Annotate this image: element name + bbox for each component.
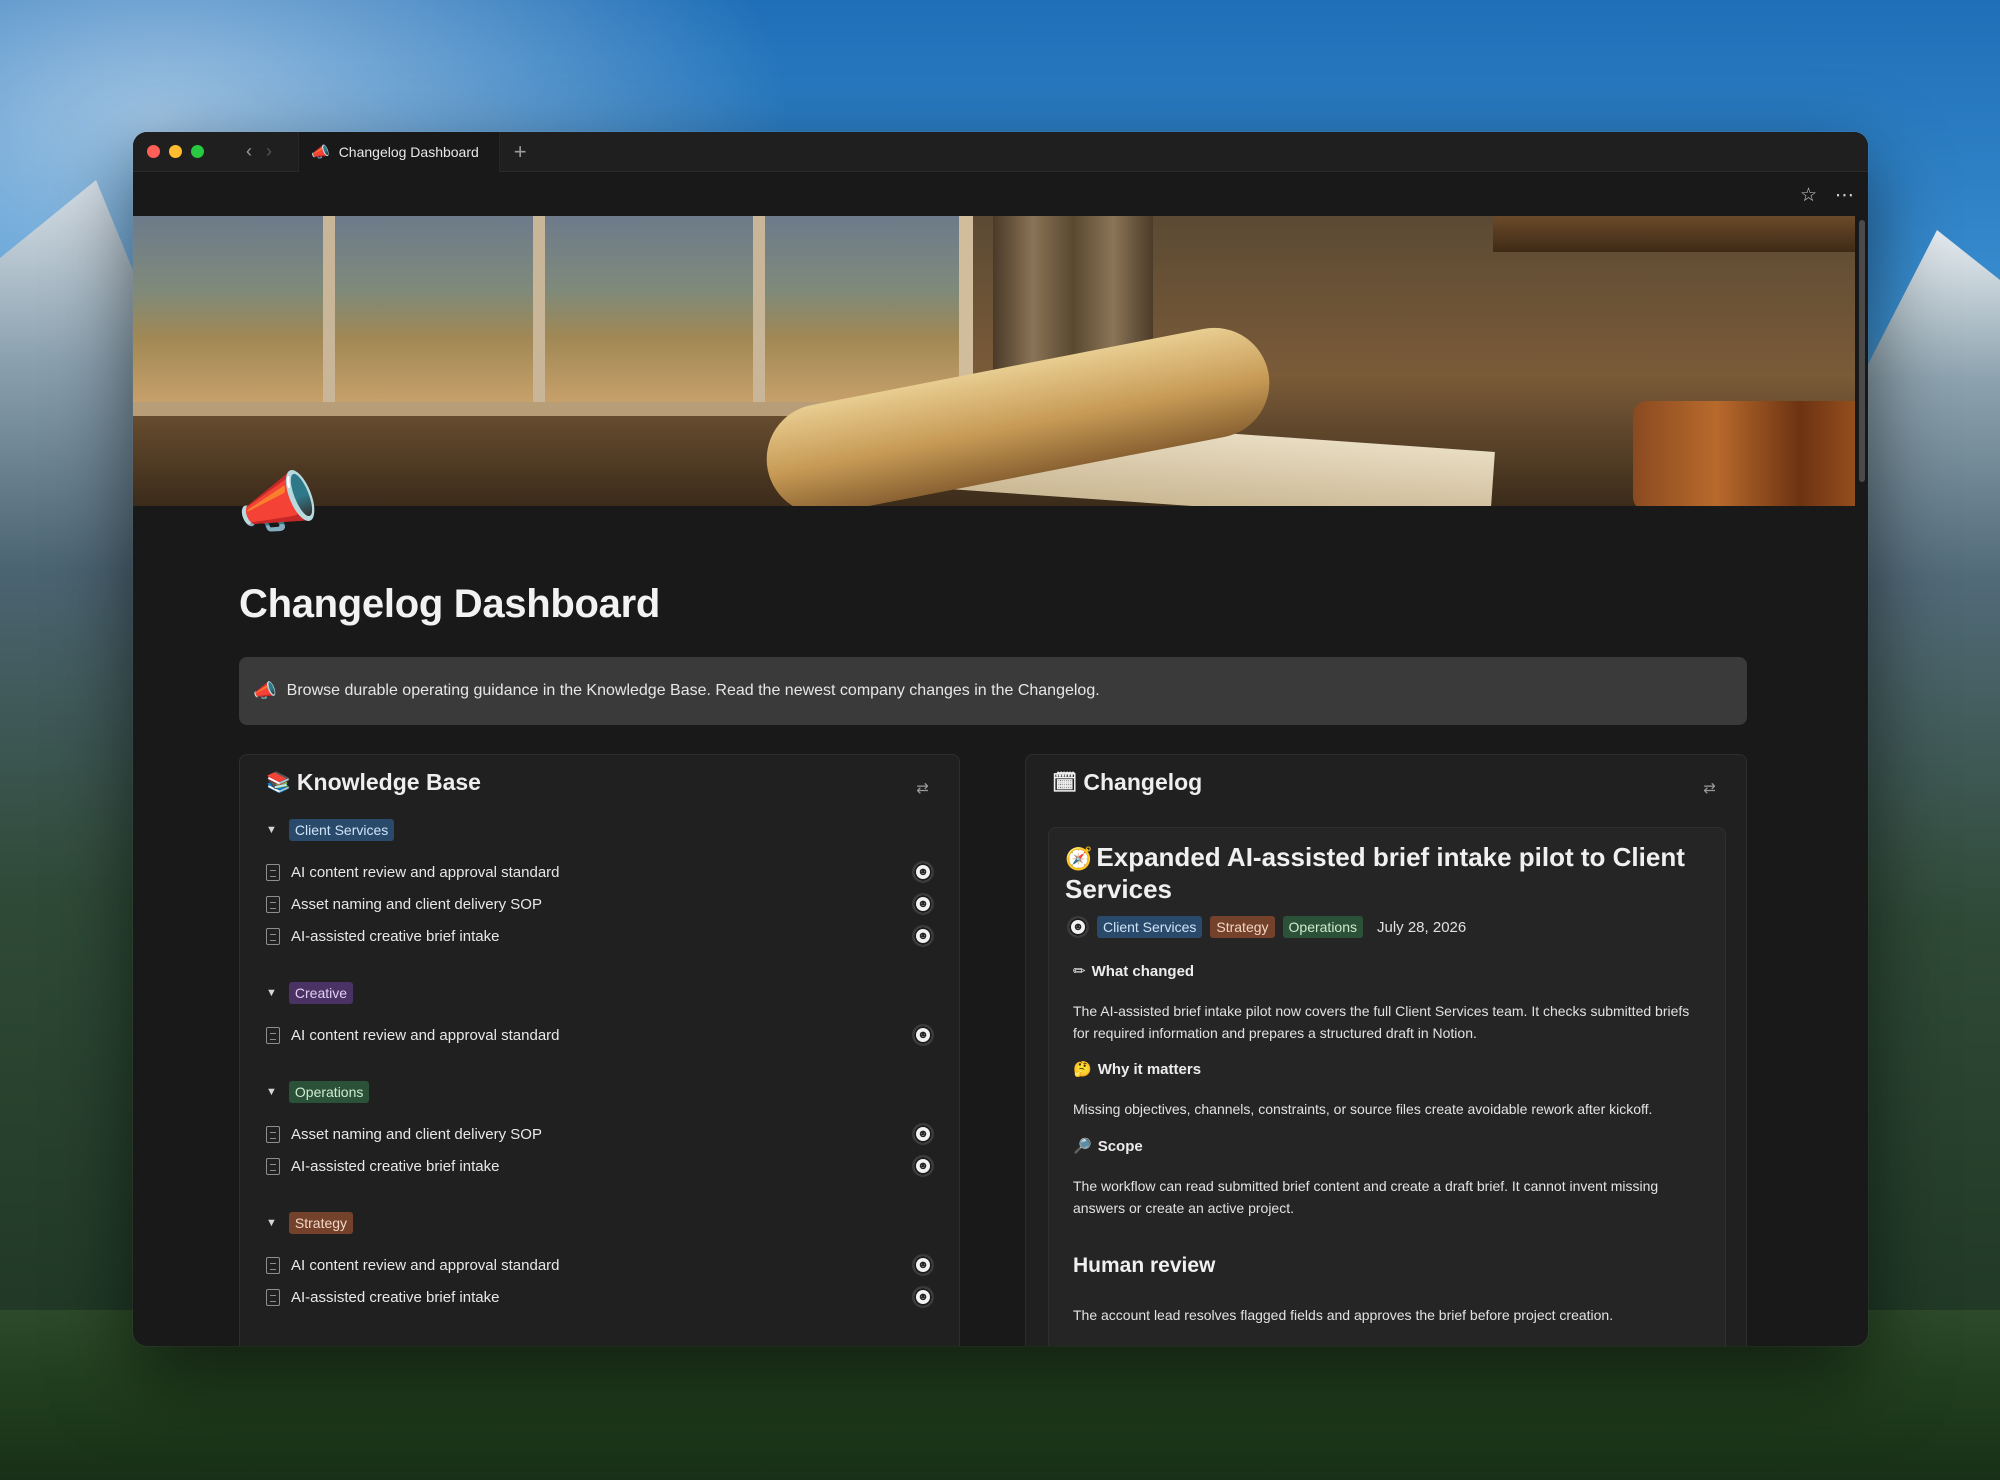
list-item[interactable]: AI-assisted creative brief intake ☻ [266, 921, 934, 951]
tag-operations: Operations [288, 1081, 370, 1103]
title-bar: ‹ › 📣 Changelog Dashboard + [133, 132, 1868, 172]
wallpaper-mountain-right [1860, 230, 2000, 1480]
avatar: ☻ [912, 1123, 934, 1145]
avatar: ☻ [912, 1024, 934, 1046]
entry-meta: ☻ Client Services Strategy Operations Ju… [1067, 916, 1466, 938]
browser-window: ‹ › 📣 Changelog Dashboard + ☆ ⋯ 📣 Change… [133, 132, 1868, 1346]
tag-strategy: Strategy [288, 1212, 354, 1234]
tag-creative: Creative [288, 982, 354, 1004]
tab-title: Changelog Dashboard [338, 143, 479, 160]
minimize-window-button[interactable] [169, 145, 182, 158]
filter-sliders-icon[interactable]: ⇄ [1703, 779, 1716, 797]
avatar: ☻ [1067, 916, 1089, 938]
filter-sliders-icon[interactable]: ⇄ [916, 779, 929, 797]
megaphone-icon: 📣 [253, 681, 277, 702]
books-icon: 📚 [266, 772, 291, 794]
more-options-icon[interactable]: ⋯ [1835, 184, 1854, 207]
section-heading-what-changed: ✏ What changed [1073, 962, 1195, 981]
list-item[interactable]: AI-assisted creative brief intake ☻ [266, 1282, 934, 1312]
new-tab-button[interactable]: + [514, 140, 527, 163]
callout-text: Browse durable operating guidance in the… [286, 682, 1100, 699]
avatar: ☻ [912, 1254, 934, 1276]
section-body: The account lead resolves flagged fields… [1073, 1307, 1614, 1323]
tag-operations: Operations [1282, 916, 1363, 938]
cover-image [133, 216, 1855, 506]
megaphone-icon[interactable]: 📣 [237, 462, 327, 542]
avatar: ☻ [912, 1155, 934, 1177]
avatar: ☻ [912, 1286, 934, 1308]
callout-block: 📣 Browse durable operating guidance in t… [239, 657, 1747, 725]
avatar: ☻ [912, 861, 934, 883]
history-nav: ‹ › [246, 141, 272, 162]
page-icon [266, 863, 280, 881]
thinking-face-icon: 🤔 [1073, 1061, 1092, 1078]
tag-client-services: Client Services [1097, 916, 1203, 938]
group-header-creative[interactable]: ▼ Creative [266, 982, 354, 1004]
changelog-header: 🗓 Changelog [1052, 769, 1202, 796]
knowledge-base-panel: 📚 Knowledge Base ⇄ ▼ Client Services AI … [239, 754, 960, 1346]
section-body: Missing objectives, channels, constraint… [1073, 1101, 1653, 1117]
section-body: The workflow can read submitted brief co… [1073, 1178, 1659, 1216]
window-controls [147, 145, 204, 158]
section-heading-scope: 🔎 Scope [1073, 1137, 1143, 1156]
knowledge-base-header: 📚 Knowledge Base [266, 769, 481, 796]
page-icon [266, 1026, 280, 1044]
group-header-strategy[interactable]: ▼ Strategy [266, 1212, 354, 1234]
page-icon [266, 895, 280, 913]
page-title: Changelog Dashboard [239, 582, 660, 626]
entry-title[interactable]: 🧭 Expanded AI-assisted brief intake pilot… [1065, 842, 1705, 904]
list-item[interactable]: AI content review and approval standard … [266, 1020, 934, 1050]
page-icon [266, 927, 280, 945]
knowledge-base-title[interactable]: Knowledge Base [297, 769, 481, 796]
section-heading-why-it-matters: 🤔 Why it matters [1073, 1060, 1202, 1079]
group-header-client-services[interactable]: ▼ Client Services [266, 819, 395, 841]
tab-changelog-dashboard[interactable]: 📣 Changelog Dashboard [298, 132, 500, 172]
close-window-button[interactable] [147, 145, 160, 158]
list-item[interactable]: Asset naming and client delivery SOP ☻ [266, 1119, 934, 1149]
megaphone-icon: 📣 [311, 143, 330, 161]
back-arrow-icon[interactable]: ‹ [246, 141, 252, 162]
caret-down-icon[interactable]: ▼ [266, 1086, 277, 1098]
avatar: ☻ [912, 925, 934, 947]
page-scrollbar[interactable] [1859, 220, 1865, 482]
page-toolbar: ☆ ⋯ [133, 172, 1868, 218]
calendar-sync-icon: 🗓 [1052, 772, 1078, 794]
avatar: ☻ [912, 893, 934, 915]
group-header-operations[interactable]: ▼ Operations [266, 1081, 370, 1103]
subheading-human-review: Human review [1073, 1254, 1216, 1277]
magnifier-icon: 🔎 [1073, 1138, 1092, 1155]
compass-icon: 🧭 [1065, 846, 1093, 871]
tag-client-services: Client Services [288, 819, 395, 841]
entry-date: July 28, 2026 [1377, 918, 1467, 936]
page-icon [266, 1125, 280, 1143]
caret-down-icon[interactable]: ▼ [266, 987, 277, 999]
caret-down-icon[interactable]: ▼ [266, 1217, 277, 1229]
list-item[interactable]: AI content review and approval standard … [266, 1250, 934, 1280]
page-icon [266, 1256, 280, 1274]
page-icon [266, 1157, 280, 1175]
section-body: The AI-assisted brief intake pilot now c… [1073, 1003, 1690, 1041]
caret-down-icon[interactable]: ▼ [266, 824, 277, 836]
zoom-window-button[interactable] [191, 145, 204, 158]
list-item[interactable]: AI-assisted creative brief intake ☻ [266, 1151, 934, 1181]
page-icon [266, 1288, 280, 1306]
tag-strategy: Strategy [1210, 916, 1275, 938]
list-item[interactable]: AI content review and approval standard … [266, 857, 934, 887]
changelog-title[interactable]: Changelog [1083, 769, 1202, 796]
changelog-panel: 🗓 Changelog ⇄ 🧭 Expanded AI-assisted brie… [1025, 754, 1747, 1346]
changelog-entry-card[interactable]: 🧭 Expanded AI-assisted brief intake pilot… [1048, 827, 1726, 1346]
list-item[interactable]: Asset naming and client delivery SOP ☻ [266, 889, 934, 919]
forward-arrow-icon[interactable]: › [266, 141, 272, 162]
pencil-icon: ✏ [1073, 963, 1086, 980]
favorite-star-icon[interactable]: ☆ [1800, 184, 1817, 207]
